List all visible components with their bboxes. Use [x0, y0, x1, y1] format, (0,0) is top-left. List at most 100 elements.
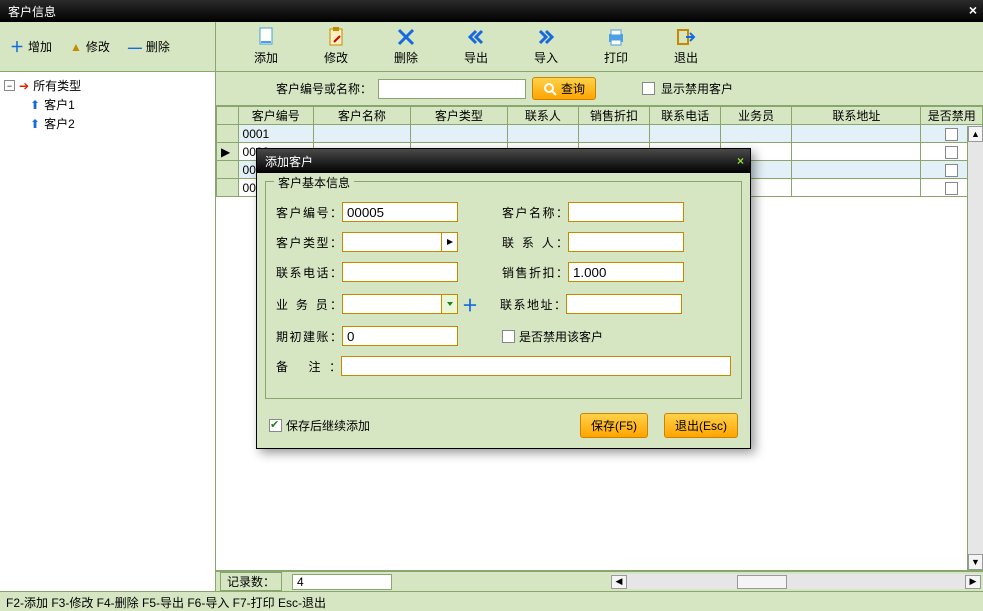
- vertical-scrollbar[interactable]: ▲ ▼: [967, 126, 983, 570]
- action-buttons: 添加 修改 删除 导出 导入 打印 退出: [216, 22, 983, 71]
- col-phone[interactable]: 联系电话: [650, 107, 721, 125]
- scroll-left-icon[interactable]: ◀: [611, 575, 627, 589]
- clipboard-icon: [326, 27, 346, 47]
- triangle-up-icon: ▲: [70, 40, 82, 54]
- col-contact[interactable]: 联系人: [507, 107, 578, 125]
- tree-delete-button[interactable]: — 删除: [128, 38, 170, 55]
- name-input[interactable]: [568, 202, 684, 222]
- type-combo[interactable]: [342, 232, 458, 252]
- init-input[interactable]: [342, 326, 458, 346]
- search-label: 客户编号或名称：: [276, 80, 372, 97]
- chevron-down-icon[interactable]: [441, 295, 457, 313]
- col-code[interactable]: 客户编号: [238, 107, 313, 125]
- tree-root-node[interactable]: − ➔ 所有类型: [4, 76, 211, 95]
- col-sales[interactable]: 业务员: [721, 107, 792, 125]
- add-customer-dialog: 添加客户 × 客户基本信息 客户编号 客户名称 客户类型 联 系 人 联系电话: [256, 148, 751, 449]
- disable-customer-checkbox[interactable]: [502, 330, 515, 343]
- col-discount[interactable]: 销售折扣: [578, 107, 649, 125]
- contact-label: 联 系 人: [502, 234, 568, 251]
- type-label: 客户类型: [276, 234, 342, 251]
- dialog-save-button[interactable]: 保存(F5): [580, 413, 648, 438]
- arrow-right-double-icon: [536, 27, 556, 47]
- tree-leaf-node[interactable]: ⬆ 客户1: [30, 95, 211, 114]
- continue-add-checkbox[interactable]: [269, 419, 282, 432]
- row-disabled-checkbox[interactable]: [945, 146, 958, 159]
- main-toolbar: ＋ 增加 ▲ 修改 — 删除 添加 修改 删除 导出 导入: [0, 22, 983, 72]
- col-disabled[interactable]: 是否禁用: [921, 107, 983, 125]
- scroll-down-icon[interactable]: ▼: [968, 554, 983, 570]
- sales-label: 业 务 员: [276, 296, 342, 313]
- dialog-exit-label: 退出(Esc): [675, 417, 727, 434]
- minus-icon: —: [128, 39, 142, 55]
- import-button[interactable]: 导入: [526, 27, 566, 66]
- disable-customer-label: 是否禁用该客户: [519, 328, 603, 345]
- tree-add-label: 增加: [28, 38, 52, 55]
- record-count-value: 4: [292, 574, 392, 590]
- delete-button[interactable]: 删除: [386, 27, 426, 66]
- fieldset-legend: 客户基本信息: [274, 174, 354, 191]
- horizontal-scrollbar[interactable]: ◀ ▶: [611, 574, 981, 589]
- scroll-up-icon[interactable]: ▲: [968, 126, 983, 142]
- arrow-left-double-icon: [466, 27, 486, 47]
- phone-label: 联系电话: [276, 264, 342, 281]
- code-label: 客户编号: [276, 204, 342, 221]
- tree-root-label: 所有类型: [33, 77, 81, 94]
- dialog-titlebar[interactable]: 添加客户 ×: [257, 149, 750, 173]
- exit-button[interactable]: 退出: [666, 27, 706, 66]
- search-button[interactable]: 查询: [532, 77, 596, 100]
- discount-input[interactable]: [568, 262, 684, 282]
- search-input[interactable]: [378, 79, 526, 99]
- dialog-title: 添加客户: [265, 153, 313, 170]
- row-disabled-checkbox[interactable]: [945, 182, 958, 195]
- phone-input[interactable]: [342, 262, 458, 282]
- discount-label: 销售折扣: [502, 264, 568, 281]
- table-row[interactable]: 0001: [217, 125, 983, 143]
- contact-input[interactable]: [568, 232, 684, 252]
- remark-label: 备 注: [276, 358, 341, 375]
- init-label: 期初建账: [276, 328, 342, 345]
- window-close-icon[interactable]: ×: [969, 2, 977, 18]
- row-disabled-checkbox[interactable]: [945, 164, 958, 177]
- arrow-up-icon: ⬆: [30, 98, 40, 112]
- row-header-corner: [217, 107, 239, 125]
- add-sales-icon[interactable]: ＋: [462, 292, 478, 316]
- tree-leaf-node[interactable]: ⬆ 客户2: [30, 114, 211, 133]
- tree-edit-button[interactable]: ▲ 修改: [70, 38, 110, 55]
- continue-add-label: 保存后继续添加: [286, 417, 370, 434]
- add-label: 添加: [254, 49, 278, 66]
- search-button-label: 查询: [561, 80, 585, 97]
- show-disabled-label: 显示禁用客户: [661, 80, 733, 97]
- code-input[interactable]: [342, 202, 458, 222]
- dropdown-icon[interactable]: [441, 233, 457, 251]
- basic-info-fieldset: 客户基本信息 客户编号 客户名称 客户类型 联 系 人 联系电话 销售: [265, 181, 742, 399]
- show-disabled-checkbox[interactable]: [642, 82, 655, 95]
- tree-edit-label: 修改: [86, 38, 110, 55]
- delete-label: 删除: [394, 49, 418, 66]
- row-disabled-checkbox[interactable]: [945, 128, 958, 141]
- tree-collapse-icon[interactable]: −: [4, 80, 15, 91]
- plus-icon: ＋: [10, 37, 24, 57]
- status-bar: F2-添加 F3-修改 F4-删除 F5-导出 F6-导入 F7-打印 Esc-…: [0, 591, 983, 611]
- dialog-exit-button[interactable]: 退出(Esc): [664, 413, 738, 438]
- tree-leaf-label: 客户1: [44, 96, 75, 113]
- col-name[interactable]: 客户名称: [313, 107, 410, 125]
- sales-combo[interactable]: [342, 294, 458, 314]
- remark-input[interactable]: [341, 356, 731, 376]
- col-address[interactable]: 联系地址: [792, 107, 921, 125]
- tree-toolbar: ＋ 增加 ▲ 修改 — 删除: [0, 22, 216, 71]
- print-button[interactable]: 打印: [596, 27, 636, 66]
- col-type[interactable]: 客户类型: [410, 107, 507, 125]
- add-button[interactable]: 添加: [246, 27, 286, 66]
- address-input[interactable]: [566, 294, 682, 314]
- tree-leaf-label: 客户2: [44, 115, 75, 132]
- window-title: 客户信息: [8, 3, 56, 20]
- magnifier-icon: [543, 82, 557, 96]
- scroll-right-icon[interactable]: ▶: [965, 575, 981, 589]
- tree-add-button[interactable]: ＋ 增加: [10, 37, 52, 57]
- dialog-close-icon[interactable]: ×: [737, 154, 744, 168]
- scroll-thumb[interactable]: [737, 575, 787, 589]
- export-button[interactable]: 导出: [456, 27, 496, 66]
- printer-icon: [606, 27, 626, 47]
- edit-button[interactable]: 修改: [316, 27, 356, 66]
- window-titlebar: 客户信息 ×: [0, 0, 983, 22]
